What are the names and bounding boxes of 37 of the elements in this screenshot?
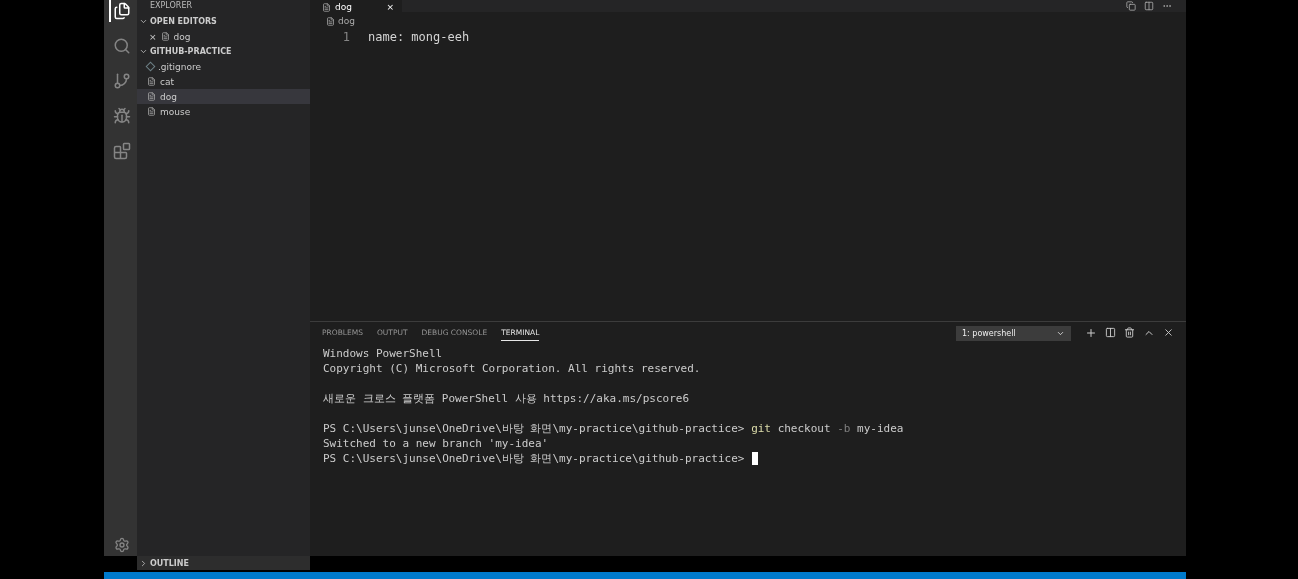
terminal-line: Windows PowerShell	[323, 347, 443, 360]
terminal-line: PS C:\Users\junse\OneDrive\바탕 화면\my-practice\github-practice>	[323, 451, 745, 466]
chevron-down-icon	[139, 47, 148, 56]
file-item[interactable]: dog	[137, 89, 310, 104]
chevron-right-icon	[139, 558, 148, 568]
file-item[interactable]: cat	[137, 74, 310, 89]
section-header[interactable]: GITHUB-PRACTICE	[137, 44, 310, 59]
terminal-line: Switched to a new branch 'my-idea'	[323, 437, 549, 450]
sidebar-title: EXPLORER	[149, 0, 193, 12]
close-icon[interactable]	[1163, 327, 1174, 338]
terminal-select[interactable]: 1: powershell	[956, 325, 1071, 341]
outline-header[interactable]: OUTLINE	[137, 556, 310, 570]
file-icon	[147, 77, 156, 86]
terminal-line: 새로운 크로스 플랫폼 PowerShell 사용 https://aka.ms/pscore6	[323, 391, 690, 406]
file-item[interactable]: .gitignore	[137, 59, 310, 74]
file-icon	[160, 32, 170, 41]
split-icon[interactable]	[1105, 327, 1116, 338]
split-icon[interactable]	[1144, 1, 1154, 11]
compare-icon[interactable]	[1126, 1, 1136, 11]
chevron-down-icon	[139, 17, 148, 26]
file-icon	[322, 3, 331, 12]
file-item[interactable]: × dog	[137, 29, 310, 44]
files-icon[interactable]	[108, 0, 133, 22]
trash-icon[interactable]	[1124, 327, 1135, 338]
close-glyph[interactable]: ×	[149, 31, 157, 42]
breadcrumb[interactable]: dog	[338, 16, 355, 26]
terminal-line: Copyright (C) Microsoft Corporation. All rights reserved.	[323, 362, 701, 375]
plus-icon[interactable]	[1085, 327, 1097, 339]
code-line: name: mong-eeh	[368, 30, 470, 46]
file-item[interactable]: mouse	[137, 104, 310, 119]
terminal-line: PS C:\Users\junse\OneDrive\바탕 화면\my-practice\github-practice> git checkout -b my-idea	[323, 421, 904, 436]
file-icon	[147, 92, 156, 101]
line-number: 1	[341, 30, 351, 46]
section-header[interactable]: OPEN EDITORS	[137, 14, 310, 29]
editor-tab[interactable]: dog ×	[310, 0, 402, 12]
file-icon	[326, 16, 335, 26]
file-icon	[147, 107, 156, 116]
